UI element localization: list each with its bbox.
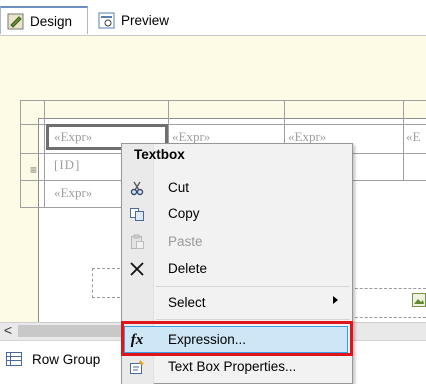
cell-expr[interactable]: «E (406, 129, 420, 145)
row-handle-icon[interactable]: ≡ (30, 163, 37, 177)
menu-item-label: Copy (168, 206, 200, 221)
menu-item-text-box-properties[interactable]: Text Box Properties... (122, 356, 352, 384)
tab-preview-label: Preview (121, 12, 170, 28)
preview-icon (98, 12, 115, 28)
cell-expr[interactable]: «Expr» (54, 129, 92, 145)
menu-item-select[interactable]: Select (122, 289, 352, 317)
annotation-highlight-box (121, 321, 353, 356)
cell-id[interactable]: [ID] (54, 157, 80, 173)
menu-item-label: Select (168, 295, 206, 310)
row-groups-icon (6, 352, 22, 366)
menu-item-cut[interactable]: Cut (122, 174, 352, 202)
paste-icon (127, 232, 147, 252)
row-groups-label: Row Group (32, 352, 101, 367)
menu-item-paste[interactable]: Paste (122, 228, 352, 256)
scroll-left-button[interactable]: < (0, 322, 16, 340)
menu-item-delete[interactable]: Delete (122, 255, 352, 283)
image-icon (412, 293, 426, 307)
scissors-icon (127, 178, 147, 198)
menu-separator (156, 319, 350, 320)
menu-item-label: Text Box Properties... (168, 359, 297, 374)
context-menu-header: Textbox (134, 147, 185, 162)
delete-x-icon (127, 259, 147, 279)
menu-item-label: Paste (168, 234, 203, 249)
tab-preview[interactable]: Preview (92, 6, 184, 34)
menu-item-copy[interactable]: Copy (122, 200, 352, 228)
tab-design-label: Design (30, 13, 73, 29)
copy-icon (127, 204, 147, 224)
menu-item-label: Delete (168, 261, 208, 276)
submenu-arrow-icon (333, 296, 338, 304)
menu-item-label: Cut (168, 180, 190, 195)
design-icon (7, 13, 24, 29)
cell-expr[interactable]: «Expr» (54, 185, 92, 201)
scroll-thumb[interactable] (18, 325, 122, 337)
tab-design[interactable]: Design (0, 6, 88, 34)
properties-icon (127, 357, 147, 377)
menu-separator (156, 286, 350, 287)
